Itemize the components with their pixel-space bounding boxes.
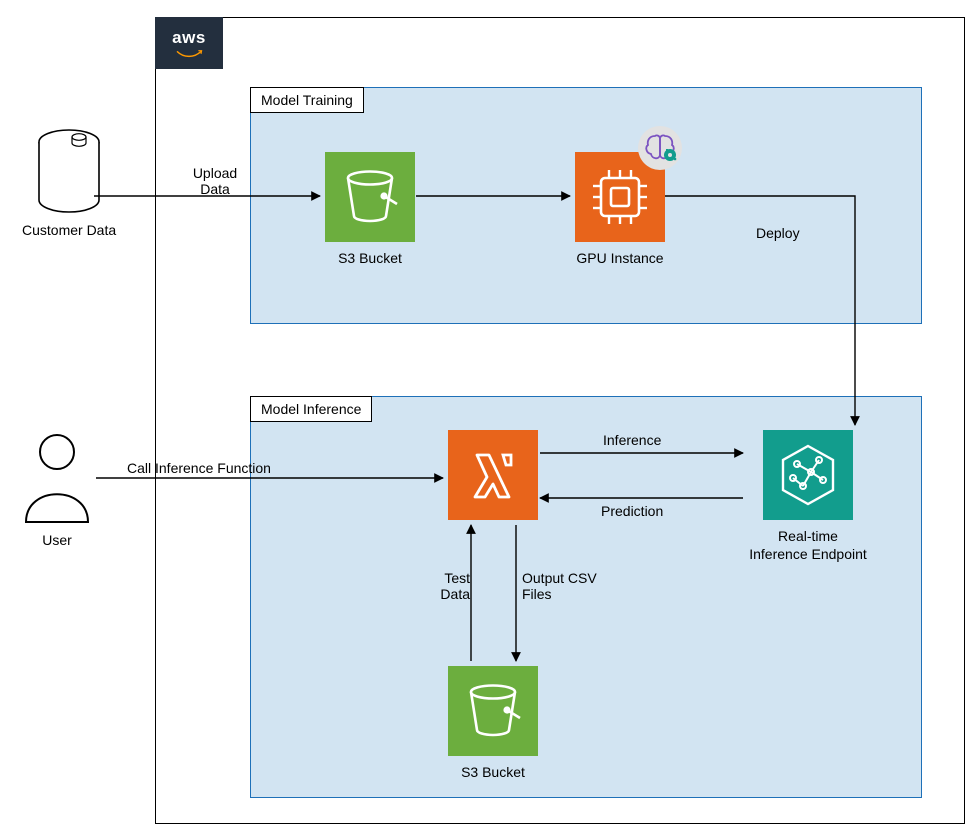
s3-inference-label: S3 Bucket bbox=[461, 764, 525, 782]
database-icon bbox=[33, 128, 105, 216]
endpoint-label: Real-time Inference Endpoint bbox=[748, 528, 868, 563]
node-lambda bbox=[448, 430, 538, 520]
node-inference-endpoint: Real-time Inference Endpoint bbox=[748, 430, 868, 563]
diagram-canvas: aws Model Training Model Inference Custo… bbox=[0, 0, 979, 837]
sagemaker-endpoint-icon bbox=[763, 430, 853, 520]
gpu-label: GPU Instance bbox=[576, 250, 663, 268]
edge-label-test-data: Test Data bbox=[430, 570, 470, 602]
node-gpu-instance: GPU Instance bbox=[575, 152, 665, 268]
user-icon bbox=[18, 430, 96, 526]
s3-icon bbox=[325, 152, 415, 242]
node-s3-training: S3 Bucket bbox=[325, 152, 415, 268]
group-title-inference: Model Inference bbox=[250, 396, 372, 422]
node-user: User bbox=[18, 430, 96, 548]
brain-icon bbox=[638, 126, 682, 170]
edge-label-inference: Inference bbox=[603, 432, 661, 448]
lambda-icon bbox=[448, 430, 538, 520]
node-customer-data: Customer Data bbox=[22, 128, 116, 238]
edge-label-deploy: Deploy bbox=[756, 225, 800, 241]
node-s3-inference: S3 Bucket bbox=[448, 666, 538, 782]
aws-logo-text: aws bbox=[172, 28, 206, 48]
s3-training-label: S3 Bucket bbox=[338, 250, 402, 268]
aws-smile-icon bbox=[174, 50, 204, 58]
edge-label-call-fn: Call Inference Function bbox=[127, 460, 271, 476]
edge-label-prediction: Prediction bbox=[601, 503, 663, 519]
user-label: User bbox=[42, 532, 72, 548]
s3-icon bbox=[448, 666, 538, 756]
group-title-training: Model Training bbox=[250, 87, 364, 113]
aws-logo-badge: aws bbox=[155, 17, 223, 69]
customer-data-label: Customer Data bbox=[22, 222, 116, 238]
edge-label-output-csv: Output CSV Files bbox=[522, 570, 602, 602]
edge-label-upload: Upload Data bbox=[185, 165, 245, 197]
